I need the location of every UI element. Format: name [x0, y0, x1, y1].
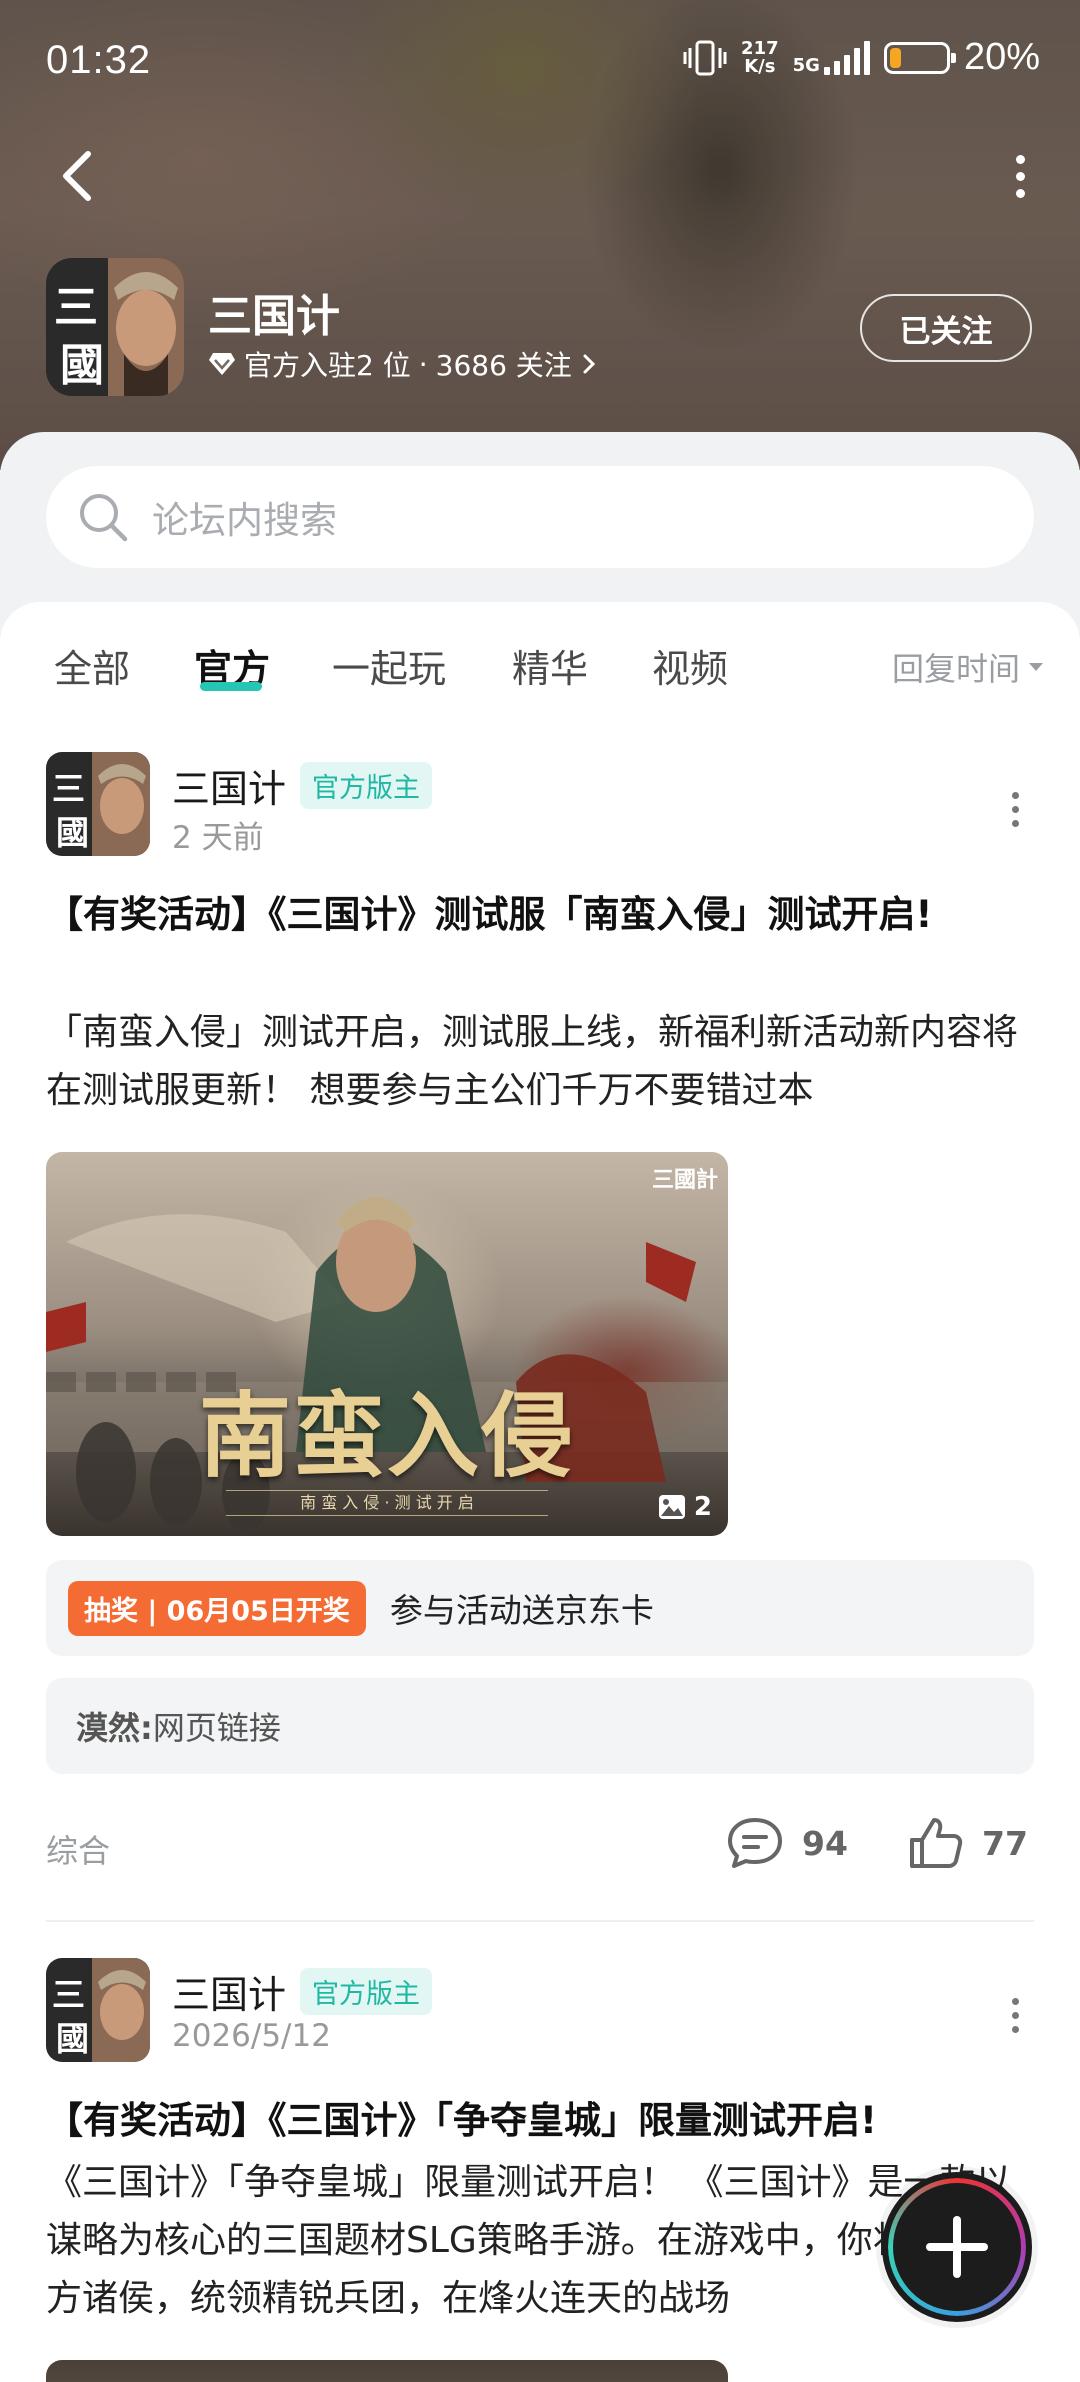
post-time: 2026/5/12	[172, 2018, 331, 2054]
lottery-text: 参与活动送京东卡	[389, 1591, 654, 1630]
thumbs-up-icon	[910, 1818, 963, 1868]
forum-sheet: 论坛内搜索 全部 官方 一起玩 精华 视频 回复时间 三 國 三国计 官方版主 …	[0, 432, 1080, 2382]
author-avatar-image: 三 國	[46, 752, 150, 856]
comment-icon	[728, 1818, 782, 1868]
tab-featured[interactable]: 精华	[512, 638, 588, 693]
gallery-icon	[658, 1495, 685, 1519]
tab-active-indicator	[200, 682, 262, 691]
search-bar[interactable]: 论坛内搜索	[46, 466, 1034, 568]
meta-separator: ·	[418, 347, 428, 381]
forum-meta[interactable]: 官方入驻2 位 · 3686 关注	[208, 344, 598, 384]
svg-text:三: 三	[52, 769, 85, 808]
image-count: 2	[658, 1492, 712, 1522]
more-options-button[interactable]	[990, 146, 1050, 206]
tab-all[interactable]: 全部	[54, 638, 130, 693]
create-post-button[interactable]	[882, 2172, 1032, 2322]
author-name[interactable]: 三国计	[172, 1964, 286, 2019]
moderator-badge: 官方版主	[300, 762, 433, 809]
svg-text:三: 三	[54, 282, 98, 333]
author-avatar-image: 三 國	[46, 1958, 150, 2062]
tab-video[interactable]: 视频	[652, 638, 728, 693]
status-time: 01:32	[46, 38, 152, 82]
vibrate-icon	[683, 40, 727, 75]
forum-name: 三国计	[208, 291, 340, 342]
sort-label: 回复时间	[891, 650, 1020, 688]
link-user: 漠然:	[76, 1709, 153, 1747]
post-card[interactable]: 三 國 三国计 官方版主 2 天前 【有奖活动】《三国计》测试服「南蛮入侵」测试…	[0, 752, 1080, 1982]
svg-text:國: 國	[56, 2019, 89, 2058]
svg-text:三: 三	[52, 1975, 85, 2014]
chevron-right-icon	[583, 354, 595, 374]
link-card[interactable]: 漠然: 网页链接	[46, 1678, 1034, 1774]
search-placeholder: 论坛内搜索	[152, 499, 337, 542]
link-text: 网页链接	[152, 1709, 281, 1747]
tab-bar: 全部 官方 一起玩 精华 视频 回复时间	[0, 602, 1080, 732]
battery-icon	[883, 41, 956, 74]
post-image[interactable]: 南蛮入侵 南 蛮 入 侵 · 测 试 开 启 三國計 2	[46, 1152, 728, 1536]
post-footer: 综合 94 77	[46, 1816, 1034, 1876]
author-avatar[interactable]: 三 國	[46, 1958, 150, 2062]
status-bar: 01:32 217 K/s 5G 20%	[0, 0, 1080, 130]
post-category[interactable]: 综合	[46, 1826, 110, 1872]
post-body[interactable]: 「南蛮入侵」测试开启，测试服上线，新福利新活动新内容将在测试服更新！ 想要参与主…	[46, 1004, 1036, 1120]
lottery-tag: 抽奖 | 06月05日开奖	[68, 1580, 366, 1636]
like-count: 77	[982, 1823, 1028, 1863]
caret-down-icon	[1029, 663, 1043, 671]
forum-avatar-image: 三 國	[46, 258, 184, 396]
follow-button[interactable]: 已关注	[860, 294, 1032, 362]
cell-signal: 5G	[793, 40, 870, 75]
forum-rank: 官方入驻2 位	[244, 349, 411, 382]
back-icon[interactable]	[50, 146, 110, 206]
post-time: 2 天前	[172, 820, 264, 856]
author-line: 三国计 官方版主	[172, 1964, 433, 2019]
post-feed: 全部 官方 一起玩 精华 视频 回复时间 三 國 三国计 官方版主 2 天前 【…	[0, 602, 1080, 2382]
comment-count: 94	[802, 1823, 848, 1863]
image-subtitle: 南 蛮 入 侵 · 测 试 开 启	[226, 1490, 548, 1516]
post-title[interactable]: 【有奖活动】《三国计》「争夺皇城」限量测试开启!	[46, 2092, 1036, 2150]
author-avatar[interactable]: 三 國	[46, 752, 150, 856]
image-logo: 三國計	[651, 1167, 718, 1193]
lottery-card[interactable]: 抽奖 | 06月05日开奖 参与活动送京东卡	[46, 1560, 1034, 1656]
post-image[interactable]	[46, 2360, 728, 2382]
forum-followers: 3686 关注	[435, 349, 572, 382]
author-name[interactable]: 三国计	[172, 758, 286, 813]
sort-dropdown[interactable]: 回复时间	[892, 644, 1044, 690]
forum-header: 01:32 217 K/s 5G 20% 三 國 三国计 官方入驻2 位 · 3…	[0, 0, 1080, 470]
forum-avatar[interactable]: 三 國	[46, 258, 184, 396]
post-more-button[interactable]	[1010, 1998, 1020, 2033]
tab-play-together[interactable]: 一起玩	[332, 638, 446, 693]
comment-button[interactable]: 94	[726, 1816, 848, 1870]
svg-text:國: 國	[60, 340, 104, 391]
more-dot	[1015, 188, 1025, 198]
svg-text:國: 國	[56, 813, 89, 852]
more-dot	[1015, 171, 1025, 181]
image-title: 南蛮入侵	[198, 1382, 575, 1490]
forum-info: 三 國 三国计 官方入驻2 位 · 3686 关注 已关注	[46, 258, 1046, 398]
signal-icon	[823, 40, 870, 75]
search-icon	[80, 494, 128, 542]
moderator-badge: 官方版主	[300, 1968, 433, 2015]
net-speed: 217 K/s	[741, 37, 779, 77]
like-button[interactable]: 77	[908, 1816, 1028, 1870]
author-line: 三国计 官方版主	[172, 758, 433, 813]
post-title[interactable]: 【有奖活动】《三国计》测试服「南蛮入侵」测试开启!	[46, 886, 1036, 944]
battery-percent: 20%	[963, 36, 1040, 78]
status-indicators: 217 K/s 5G 20%	[683, 36, 1040, 79]
post-card[interactable]: 三 國 三国计 官方版主 2026/5/12 【有奖活动】《三国计》「争夺皇城」…	[0, 1958, 1080, 2382]
post-more-button[interactable]	[1010, 792, 1020, 827]
more-dot	[1015, 154, 1025, 164]
diamond-icon	[209, 353, 235, 375]
post-divider	[46, 1920, 1034, 1922]
nav-row	[0, 140, 1080, 210]
plus-icon	[926, 2216, 988, 2278]
